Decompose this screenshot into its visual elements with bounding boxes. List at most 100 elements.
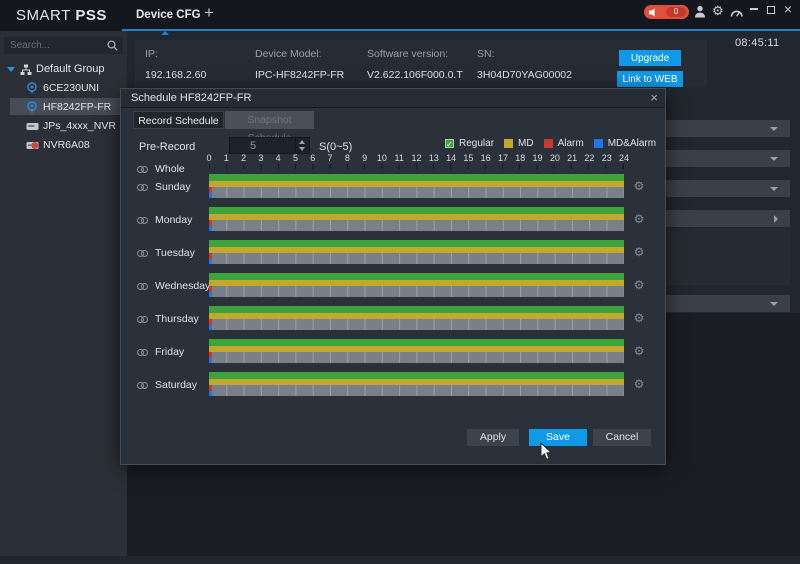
- maximize-button[interactable]: [764, 3, 778, 17]
- link-day-icon[interactable]: [137, 250, 148, 257]
- track-regular[interactable]: [209, 372, 624, 379]
- track-regular[interactable]: [209, 339, 624, 346]
- track-md-alarm[interactable]: [209, 325, 624, 331]
- link-day-icon[interactable]: [137, 283, 148, 290]
- link-day-icon[interactable]: [137, 217, 148, 224]
- segment-md-alarm[interactable]: [209, 325, 212, 331]
- segment-regular[interactable]: [209, 174, 624, 181]
- new-tab-button[interactable]: +: [204, 3, 214, 23]
- cancel-button[interactable]: Cancel: [593, 429, 651, 446]
- clock: 08:45:11: [735, 37, 779, 49]
- schedule-timeline-monday[interactable]: [209, 207, 624, 231]
- device-info-panel: IP:192.168.2.60Device Model:IPC-HF8242FP…: [135, 40, 707, 87]
- segment-regular[interactable]: [209, 372, 624, 379]
- day-settings-gear-icon[interactable]: ⚙: [631, 211, 647, 227]
- sidebar-device-jps_4xxx_nvr[interactable]: JPs_4xxx_NVR: [10, 117, 127, 134]
- alarm-badge[interactable]: 0: [644, 5, 689, 19]
- legend-checkbox[interactable]: [544, 139, 553, 148]
- link-to-web-button[interactable]: Link to WEB: [617, 71, 683, 87]
- stepper-down-icon[interactable]: [299, 147, 305, 151]
- segment-md-alarm[interactable]: [209, 292, 212, 298]
- sidebar-device-6ce230uni[interactable]: 6CE230UNI: [10, 79, 127, 96]
- sidebar-device-hf8242fp-fr[interactable]: HF8242FP-FR: [10, 98, 127, 115]
- schedule-timeline-tuesday[interactable]: [209, 240, 624, 264]
- upgrade-button[interactable]: Upgrade: [619, 50, 681, 66]
- schedule-timeline-sunday[interactable]: [209, 174, 624, 198]
- tab-record-schedule[interactable]: Record Schedule: [133, 111, 224, 129]
- pre-record-value: 5: [250, 140, 256, 152]
- day-settings-gear-icon[interactable]: ⚙: [631, 178, 647, 194]
- schedule-timeline-wednesday[interactable]: [209, 273, 624, 297]
- day-settings-gear-icon[interactable]: ⚙: [631, 244, 647, 260]
- schedule-day-monday: Monday: [137, 214, 192, 226]
- pre-record-input[interactable]: 5: [229, 137, 310, 154]
- segment-md-alarm[interactable]: [209, 358, 212, 364]
- schedule-timeline-saturday[interactable]: [209, 372, 624, 396]
- pre-record-stepper[interactable]: [295, 138, 309, 153]
- chevron-down-icon: [770, 127, 778, 131]
- track-regular[interactable]: [209, 306, 624, 313]
- search-icon[interactable]: [107, 40, 118, 57]
- day-settings-gear-icon[interactable]: ⚙: [631, 343, 647, 359]
- segment-md-alarm[interactable]: [209, 259, 212, 265]
- track-regular[interactable]: [209, 240, 624, 247]
- track-regular[interactable]: [209, 207, 624, 214]
- save-button[interactable]: Save: [529, 429, 587, 446]
- hour-tick-label: 20: [550, 153, 560, 163]
- link-day-icon[interactable]: [137, 349, 148, 356]
- sidebar-group-default[interactable]: Default Group: [0, 61, 127, 77]
- segment-md-alarm[interactable]: [209, 226, 212, 232]
- track-md-alarm[interactable]: [209, 292, 624, 298]
- apply-button[interactable]: Apply: [467, 429, 519, 446]
- day-settings-gear-icon[interactable]: ⚙: [631, 376, 647, 392]
- segment-regular[interactable]: [209, 273, 624, 280]
- track-md-alarm[interactable]: [209, 193, 624, 199]
- track-regular[interactable]: [209, 273, 624, 280]
- hour-tick-label: 9: [362, 153, 367, 163]
- segment-regular[interactable]: [209, 240, 624, 247]
- segment-regular[interactable]: [209, 207, 624, 214]
- day-settings-gear-icon[interactable]: ⚙: [631, 310, 647, 326]
- user-icon[interactable]: [694, 5, 706, 23]
- tab-snapshot-schedule[interactable]: Snapshot Schedule: [225, 111, 314, 129]
- stepper-up-icon[interactable]: [299, 140, 305, 144]
- legend-item-md[interactable]: MD: [504, 138, 534, 149]
- logo-smart: SMART: [16, 7, 71, 24]
- settings-gear-icon[interactable]: ⚙: [712, 4, 724, 17]
- day-settings-gear-icon[interactable]: ⚙: [631, 277, 647, 293]
- link-all-icon[interactable]: [137, 166, 148, 173]
- segment-md-alarm[interactable]: [209, 193, 212, 199]
- schedule-timeline-thursday[interactable]: [209, 306, 624, 330]
- close-window-button[interactable]: ×: [781, 1, 795, 17]
- link-day-icon[interactable]: [137, 382, 148, 389]
- minimize-button[interactable]: [747, 1, 761, 15]
- track-md-alarm[interactable]: [209, 259, 624, 265]
- segment-regular[interactable]: [209, 339, 624, 346]
- link-day-icon[interactable]: [137, 184, 148, 191]
- sidebar-device-nvr6a08[interactable]: NVR6A08: [10, 136, 127, 153]
- track-md-alarm[interactable]: [209, 391, 624, 397]
- info-label: Device Model:: [255, 48, 322, 60]
- legend-item-regular[interactable]: ✓Regular: [445, 138, 494, 149]
- hour-ruler: 0123456789101112131415161718192021222324: [209, 153, 624, 163]
- segment-md-alarm[interactable]: [209, 391, 212, 397]
- track-md-alarm[interactable]: [209, 358, 624, 364]
- legend-checkbox[interactable]: [504, 139, 513, 148]
- search-input[interactable]: Search...: [4, 37, 123, 54]
- segment-regular[interactable]: [209, 306, 624, 313]
- legend-item-alarm[interactable]: Alarm: [544, 138, 584, 149]
- track-regular[interactable]: [209, 174, 624, 181]
- legend-item-md-alarm[interactable]: MD&Alarm: [594, 138, 656, 149]
- schedule-timeline-friday[interactable]: [209, 339, 624, 363]
- tab-device-cfg[interactable]: Device CFG: [130, 0, 207, 31]
- chevron-down-icon: [770, 157, 778, 161]
- hour-tick-label: 11: [395, 153, 404, 163]
- track-md-alarm[interactable]: [209, 226, 624, 232]
- legend-checkbox[interactable]: ✓: [445, 139, 454, 148]
- dialog-close-button[interactable]: ×: [650, 90, 658, 105]
- tree-expander-icon[interactable]: [7, 67, 15, 72]
- legend-checkbox[interactable]: [594, 139, 603, 148]
- gauge-icon[interactable]: [730, 5, 743, 23]
- hour-tick-label: 14: [446, 153, 456, 163]
- link-day-icon[interactable]: [137, 316, 148, 323]
